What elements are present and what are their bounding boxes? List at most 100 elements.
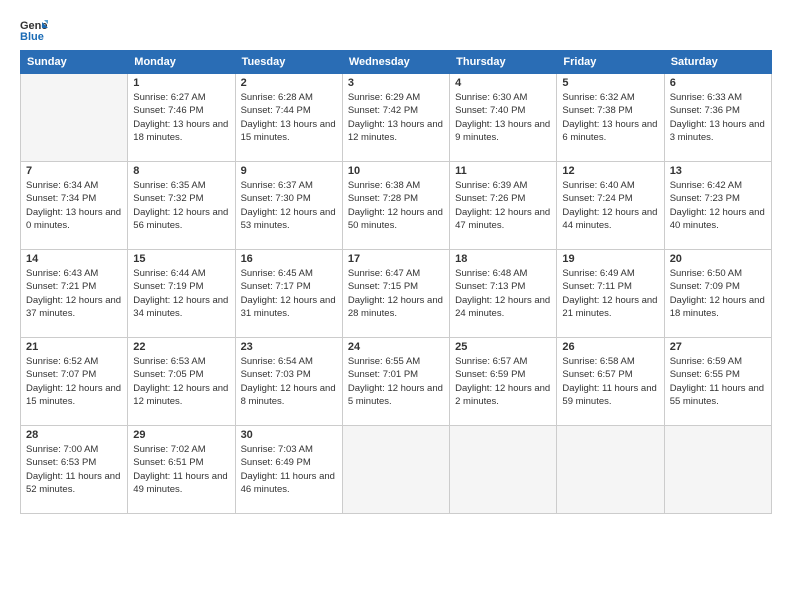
day-cell: 9Sunrise: 6:37 AMSunset: 7:30 PMDaylight…: [235, 162, 342, 250]
daylight-text: Daylight: 12 hours and 18 minutes.: [670, 294, 766, 321]
daylight-text: Daylight: 13 hours and 0 minutes.: [26, 206, 122, 233]
sunset-text: Sunset: 7:03 PM: [241, 368, 337, 381]
sunrise-text: Sunrise: 6:29 AM: [348, 91, 444, 104]
day-info: Sunrise: 6:59 AMSunset: 6:55 PMDaylight:…: [670, 355, 766, 408]
sunset-text: Sunset: 6:57 PM: [562, 368, 658, 381]
day-info: Sunrise: 6:28 AMSunset: 7:44 PMDaylight:…: [241, 91, 337, 144]
daylight-text: Daylight: 12 hours and 12 minutes.: [133, 382, 229, 409]
daylight-text: Daylight: 12 hours and 56 minutes.: [133, 206, 229, 233]
logo: General Blue: [20, 18, 52, 42]
sunset-text: Sunset: 7:36 PM: [670, 104, 766, 117]
day-cell: 14Sunrise: 6:43 AMSunset: 7:21 PMDayligh…: [21, 250, 128, 338]
day-info: Sunrise: 6:42 AMSunset: 7:23 PMDaylight:…: [670, 179, 766, 232]
daylight-text: Daylight: 11 hours and 49 minutes.: [133, 470, 229, 497]
sunrise-text: Sunrise: 6:40 AM: [562, 179, 658, 192]
daylight-text: Daylight: 12 hours and 44 minutes.: [562, 206, 658, 233]
sunset-text: Sunset: 7:15 PM: [348, 280, 444, 293]
day-cell: 12 Sunrise: 6:40 AMSunset: 7:24 PMDayligh…: [557, 162, 664, 250]
day-cell: 8Sunrise: 6:35 AMSunset: 7:32 PMDaylight…: [128, 162, 235, 250]
day-cell: 11Sunrise: 6:39 AMSunset: 7:26 PMDayligh…: [450, 162, 557, 250]
week-row-3: 14Sunrise: 6:43 AMSunset: 7:21 PMDayligh…: [21, 250, 772, 338]
day-info: Sunrise: 6:32 AMSunset: 7:38 PMDaylight:…: [562, 91, 658, 144]
day-cell: [664, 426, 771, 514]
day-number: 29: [133, 429, 229, 441]
day-cell: [557, 426, 664, 514]
sunrise-text: Sunrise: 7:03 AM: [241, 443, 337, 456]
sunrise-text: Sunrise: 6:34 AM: [26, 179, 122, 192]
week-row-4: 21Sunrise: 6:52 AMSunset: 7:07 PMDayligh…: [21, 338, 772, 426]
day-cell: 21Sunrise: 6:52 AMSunset: 7:07 PMDayligh…: [21, 338, 128, 426]
day-info: Sunrise: 6:49 AMSunset: 7:11 PMDaylight:…: [562, 267, 658, 320]
sunrise-text: Sunrise: 6:30 AM: [455, 91, 551, 104]
day-cell: 30Sunrise: 7:03 AMSunset: 6:49 PMDayligh…: [235, 426, 342, 514]
sunset-text: Sunset: 6:49 PM: [241, 456, 337, 469]
sunset-text: Sunset: 7:19 PM: [133, 280, 229, 293]
col-header-friday: Friday: [557, 51, 664, 74]
page: General Blue SundayMondayTuesdayWednesda…: [0, 0, 792, 612]
sunset-text: Sunset: 7:26 PM: [455, 192, 551, 205]
day-info: Sunrise: 6:29 AMSunset: 7:42 PMDaylight:…: [348, 91, 444, 144]
daylight-text: Daylight: 12 hours and 31 minutes.: [241, 294, 337, 321]
day-info: Sunrise: 6:43 AMSunset: 7:21 PMDaylight:…: [26, 267, 122, 320]
day-number: 11: [455, 165, 551, 177]
calendar-table: SundayMondayTuesdayWednesdayThursdayFrid…: [20, 50, 772, 514]
col-header-tuesday: Tuesday: [235, 51, 342, 74]
day-cell: 2 Sunrise: 6:28 AMSunset: 7:44 PMDaylight…: [235, 74, 342, 162]
day-number: 21: [26, 341, 122, 353]
day-info: Sunrise: 6:35 AMSunset: 7:32 PMDaylight:…: [133, 179, 229, 232]
sunrise-text: Sunrise: 6:44 AM: [133, 267, 229, 280]
sunset-text: Sunset: 7:11 PM: [562, 280, 658, 293]
daylight-text: Daylight: 12 hours and 53 minutes.: [241, 206, 337, 233]
day-info: Sunrise: 7:02 AMSunset: 6:51 PMDaylight:…: [133, 443, 229, 496]
day-info: Sunrise: 6:34 AMSunset: 7:34 PMDaylight:…: [26, 179, 122, 232]
sunset-text: Sunset: 7:24 PM: [562, 192, 658, 205]
day-number: 26: [562, 341, 658, 353]
day-number: 2: [241, 77, 337, 89]
day-cell: 18Sunrise: 6:48 AMSunset: 7:13 PMDayligh…: [450, 250, 557, 338]
day-info: Sunrise: 6:53 AMSunset: 7:05 PMDaylight:…: [133, 355, 229, 408]
sunrise-text: Sunrise: 7:00 AM: [26, 443, 122, 456]
daylight-text: Daylight: 11 hours and 46 minutes.: [241, 470, 337, 497]
sunset-text: Sunset: 6:59 PM: [455, 368, 551, 381]
daylight-text: Daylight: 12 hours and 50 minutes.: [348, 206, 444, 233]
day-info: Sunrise: 6:55 AMSunset: 7:01 PMDaylight:…: [348, 355, 444, 408]
day-number: 22: [133, 341, 229, 353]
day-number: 12: [562, 165, 658, 177]
sunrise-text: Sunrise: 6:58 AM: [562, 355, 658, 368]
day-number: 13: [670, 165, 766, 177]
sunset-text: Sunset: 7:32 PM: [133, 192, 229, 205]
col-header-thursday: Thursday: [450, 51, 557, 74]
day-cell: 23Sunrise: 6:54 AMSunset: 7:03 PMDayligh…: [235, 338, 342, 426]
day-cell: 24Sunrise: 6:55 AMSunset: 7:01 PMDayligh…: [342, 338, 449, 426]
daylight-text: Daylight: 13 hours and 15 minutes.: [241, 118, 337, 145]
sunset-text: Sunset: 7:05 PM: [133, 368, 229, 381]
sunrise-text: Sunrise: 6:43 AM: [26, 267, 122, 280]
sunrise-text: Sunrise: 6:38 AM: [348, 179, 444, 192]
sunrise-text: Sunrise: 6:50 AM: [670, 267, 766, 280]
day-number: 3: [348, 77, 444, 89]
day-cell: 29 Sunrise: 7:02 AMSunset: 6:51 PMDayligh…: [128, 426, 235, 514]
day-cell: 5Sunrise: 6:32 AMSunset: 7:38 PMDaylight…: [557, 74, 664, 162]
sunrise-text: Sunrise: 6:49 AM: [562, 267, 658, 280]
daylight-text: Daylight: 13 hours and 18 minutes.: [133, 118, 229, 145]
daylight-text: Daylight: 12 hours and 37 minutes.: [26, 294, 122, 321]
daylight-text: Daylight: 12 hours and 8 minutes.: [241, 382, 337, 409]
sunrise-text: Sunrise: 6:28 AM: [241, 91, 337, 104]
daylight-text: Daylight: 12 hours and 2 minutes.: [455, 382, 551, 409]
day-cell: [342, 426, 449, 514]
col-header-saturday: Saturday: [664, 51, 771, 74]
sunset-text: Sunset: 7:01 PM: [348, 368, 444, 381]
day-number: 27: [670, 341, 766, 353]
daylight-text: Daylight: 12 hours and 15 minutes.: [26, 382, 122, 409]
week-row-1: 1Sunrise: 6:27 AMSunset: 7:46 PMDaylight…: [21, 74, 772, 162]
day-cell: 10Sunrise: 6:38 AMSunset: 7:28 PMDayligh…: [342, 162, 449, 250]
day-cell: 20Sunrise: 6:50 AMSunset: 7:09 PMDayligh…: [664, 250, 771, 338]
svg-text:Blue: Blue: [20, 31, 44, 42]
daylight-text: Daylight: 12 hours and 47 minutes.: [455, 206, 551, 233]
day-cell: 17Sunrise: 6:47 AMSunset: 7:15 PMDayligh…: [342, 250, 449, 338]
sunset-text: Sunset: 7:30 PM: [241, 192, 337, 205]
sunset-text: Sunset: 7:21 PM: [26, 280, 122, 293]
day-cell: 13 Sunrise: 6:42 AMSunset: 7:23 PMDayligh…: [664, 162, 771, 250]
day-info: Sunrise: 7:00 AMSunset: 6:53 PMDaylight:…: [26, 443, 122, 496]
day-info: Sunrise: 6:44 AMSunset: 7:19 PMDaylight:…: [133, 267, 229, 320]
